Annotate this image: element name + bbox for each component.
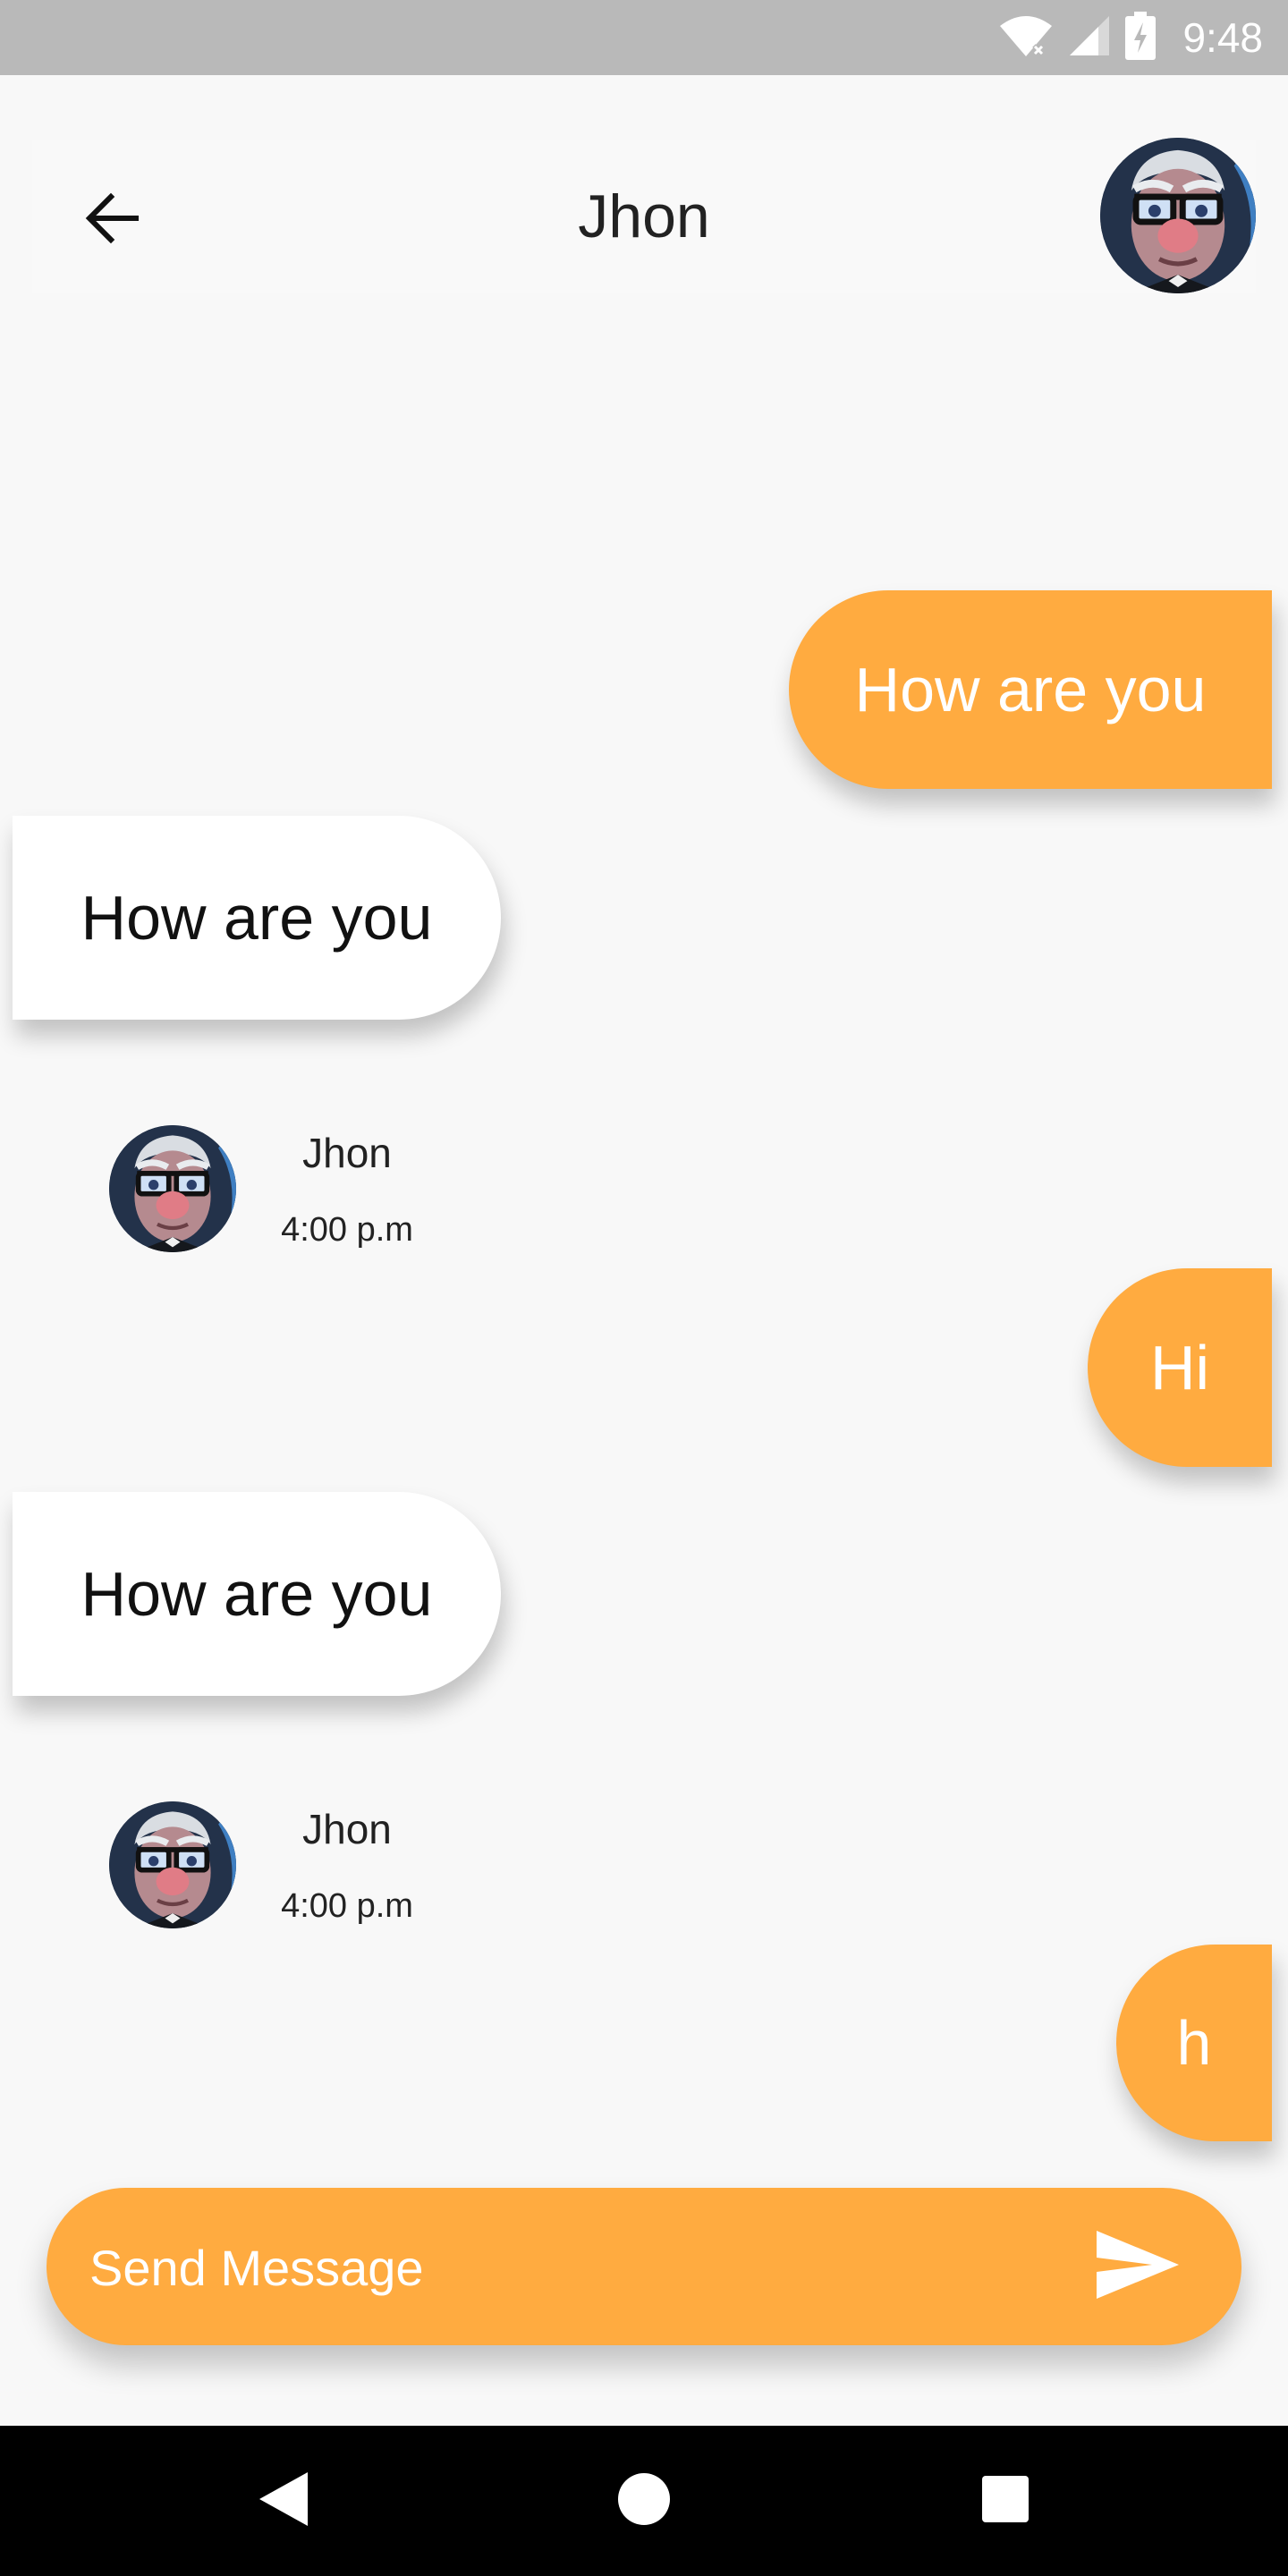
received-message-bubble[interactable]: How are you — [13, 1492, 501, 1696]
system-nav-bar — [0, 2426, 1288, 2576]
sender-name: Jhon — [302, 1806, 392, 1852]
status-time: 9:48 — [1182, 14, 1263, 61]
sender-avatar[interactable] — [109, 1801, 236, 1928]
message-time: 4:00 p.m — [281, 1211, 413, 1249]
app-bar: Jhon — [32, 140, 1256, 293]
received-message-bubble[interactable]: How are you — [13, 816, 501, 1020]
recents-square-icon — [980, 2474, 1030, 2529]
status-icons: 9:48 — [998, 0, 1263, 75]
message-input[interactable] — [88, 2188, 1075, 2347]
send-button[interactable] — [1075, 2215, 1200, 2318]
nav-back-button[interactable] — [245, 2463, 320, 2538]
wifi-icon — [998, 13, 1054, 63]
sender-name: Jhon — [302, 1130, 392, 1176]
sent-message-bubble[interactable]: h — [1116, 1945, 1272, 2141]
back-triangle-icon — [256, 2470, 309, 2532]
sent-message-bubble[interactable]: Hi — [1088, 1268, 1272, 1467]
chat-screen: 9:48 Jhon How are you How are you Jhon 4… — [0, 0, 1288, 2576]
sent-message-bubble[interactable]: How are you — [789, 590, 1272, 789]
nav-home-button[interactable] — [606, 2463, 682, 2538]
message-time: 4:00 p.m — [281, 1887, 413, 1925]
message-text: How are you — [80, 1559, 433, 1629]
message-composer — [47, 2188, 1241, 2347]
signal-icon — [1068, 14, 1111, 62]
status-bar: 9:48 — [0, 0, 1288, 75]
nav-recents-button[interactable] — [968, 2463, 1043, 2538]
message-text: How are you — [80, 883, 433, 953]
battery-icon — [1125, 11, 1157, 64]
send-icon — [1095, 2229, 1181, 2305]
contact-avatar[interactable] — [1100, 138, 1256, 293]
message-text: h — [1176, 2008, 1212, 2078]
message-text: How are you — [854, 655, 1207, 724]
page-title: Jhon — [578, 182, 710, 250]
home-circle-icon — [616, 2471, 672, 2531]
sender-avatar[interactable] — [109, 1125, 236, 1252]
message-text: Hi — [1149, 1333, 1210, 1402]
